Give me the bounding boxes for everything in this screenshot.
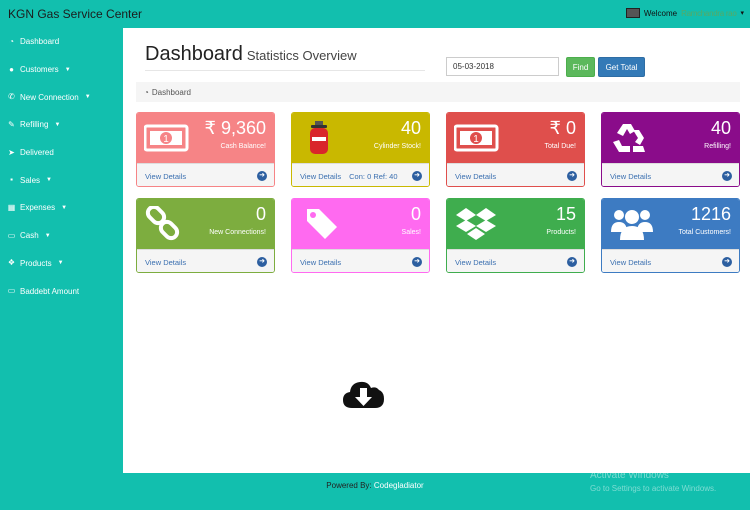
find-button[interactable]: Find xyxy=(566,57,595,77)
date-input[interactable] xyxy=(446,57,559,76)
card-label: Sales! xyxy=(401,229,421,236)
dashboard-icon: ◔ xyxy=(144,87,149,97)
stat-card-total-customers: 1216 Total Customers! View Details ➜ xyxy=(601,198,740,273)
card-value: ₹ 0 xyxy=(549,118,576,138)
chevron-down-icon: ▼ xyxy=(61,204,68,211)
sidebar-item-dashboard[interactable]: ◔ Dashboard xyxy=(0,28,123,56)
card-label: Cash Balance! xyxy=(220,143,266,150)
chain-link-icon xyxy=(145,206,180,241)
sidebar-item-new-connection[interactable]: ✆ New Connection ▼ xyxy=(0,83,123,111)
welcome-text: Welcome xyxy=(643,8,678,18)
table-icon: ▦ xyxy=(7,202,16,212)
main-content: DashboardStatistics Overview Find Get To… xyxy=(123,28,750,473)
page-title: Dashboard xyxy=(145,43,243,65)
footer-link[interactable]: Codegladiator xyxy=(374,481,424,490)
view-details-link[interactable]: View Details ➜ xyxy=(602,249,739,272)
sidebar-item-delivered[interactable]: ➤ Delivered xyxy=(0,139,123,167)
sidebar-item-products[interactable]: ❖ Products ▼ xyxy=(0,250,123,278)
card-label: Total Due! xyxy=(544,143,576,150)
stat-card-products: 15 Products! View Details ➜ xyxy=(446,198,585,273)
money-icon: 1 xyxy=(454,124,499,152)
card-value: 0 xyxy=(410,204,421,224)
sidebar-item-refilling[interactable]: ✎ Refilling ▼ xyxy=(0,111,123,139)
sidebar-item-cash[interactable]: ▭ Cash ▼ xyxy=(0,222,123,250)
user-menu[interactable]: Welcome Ramchandra rao ▾ xyxy=(625,8,744,18)
view-details-link[interactable]: View Details ➜ xyxy=(602,163,739,186)
users-icon: ● xyxy=(9,64,14,74)
chevron-down-icon: ▼ xyxy=(54,121,61,128)
page-subtitle: Statistics Overview xyxy=(246,48,357,63)
arrow-circle-right-icon: ➜ xyxy=(567,171,577,181)
card-value: 40 xyxy=(400,118,421,138)
cart-icon: ▪ xyxy=(10,175,13,185)
money-icon: ▭ xyxy=(7,230,16,240)
chevron-down-icon: ▼ xyxy=(64,66,71,73)
arrow-circle-right-icon: ➜ xyxy=(567,257,577,267)
stat-card-cash-balance: 1 ₹ 9,360 Cash Balance! View Details ➜ xyxy=(136,112,275,187)
stat-card-sales: 0 Sales! View Details ➜ xyxy=(291,198,430,273)
users-icon xyxy=(611,210,653,240)
gas-cylinder-icon xyxy=(310,121,328,154)
stat-card-refilling: 40 Refilling! View Details ➜ xyxy=(601,112,740,187)
card-value: 15 xyxy=(555,204,576,224)
card-value: 1216 xyxy=(690,204,731,224)
arrow-circle-right-icon: ➜ xyxy=(412,257,422,267)
money-icon: 1 xyxy=(144,124,189,152)
avatar xyxy=(625,8,640,18)
tag-icon xyxy=(307,209,337,239)
sidebar-item-expenses[interactable]: ▦ Expenses ▼ xyxy=(0,194,123,222)
svg-text:1: 1 xyxy=(163,134,169,145)
sidebar: ◔ Dashboard ● Customers ▼ ✆ New Connecti… xyxy=(0,28,123,305)
phone-icon: ✆ xyxy=(8,92,15,102)
card-label: Cylinder Stock! xyxy=(373,143,421,150)
app-title[interactable]: KGN Gas Service Center xyxy=(8,7,142,21)
card-icon: ▭ xyxy=(7,286,16,296)
dropbox-icon: ❖ xyxy=(7,258,16,268)
card-value: 40 xyxy=(710,118,731,138)
top-bar: KGN Gas Service Center Welcome Ramchandr… xyxy=(0,0,750,28)
header-divider xyxy=(145,70,425,71)
card-label: Total Customers! xyxy=(678,229,731,236)
sidebar-item-sales[interactable]: ▪ Sales ▼ xyxy=(0,166,123,194)
chevron-down-icon: ▼ xyxy=(57,260,64,267)
send-icon: ➤ xyxy=(8,147,15,157)
page-header: Dashboard Statistics Overview xyxy=(145,43,357,66)
chevron-down-icon: ▾ xyxy=(740,10,744,17)
activate-windows-watermark: Activate Windows Go to Settings to activ… xyxy=(590,470,717,493)
dashboard-icon: ◔ xyxy=(9,36,14,46)
stat-card-total-due: 1 ₹ 0 Total Due! View Details ➜ xyxy=(446,112,585,187)
card-label: Products! xyxy=(546,229,576,236)
chevron-down-icon: ▼ xyxy=(44,232,51,239)
view-details-link[interactable]: View Details ➜ xyxy=(292,249,429,272)
sidebar-item-baddebt[interactable]: ▭ Baddebt Amount xyxy=(0,277,123,305)
view-details-link[interactable]: View Details ➜ xyxy=(447,163,584,186)
get-total-button[interactable]: Get Total xyxy=(598,57,645,77)
breadcrumb: ◔ Dashboard xyxy=(136,82,740,102)
svg-text:1: 1 xyxy=(473,134,479,145)
sidebar-item-customers[interactable]: ● Customers ▼ xyxy=(0,56,123,84)
wrench-icon: ✎ xyxy=(8,119,15,129)
view-details-link[interactable]: View Details ➜ xyxy=(137,249,274,272)
view-details-link[interactable]: View Details Con: 0 Ref: 40 ➜ xyxy=(292,163,429,186)
stat-card-new-connections: 0 New Connections! View Details ➜ xyxy=(136,198,275,273)
arrow-circle-right-icon: ➜ xyxy=(722,257,732,267)
chevron-down-icon: ▼ xyxy=(84,94,91,101)
dropbox-icon xyxy=(456,208,496,240)
view-details-link[interactable]: View Details ➜ xyxy=(447,249,584,272)
stock-breakdown: Con: 0 Ref: 40 xyxy=(349,171,398,181)
cloud-download-icon[interactable] xyxy=(342,378,385,412)
view-details-link[interactable]: View Details ➜ xyxy=(137,163,274,186)
arrow-circle-right-icon: ➜ xyxy=(412,171,422,181)
recycle-icon xyxy=(613,124,645,152)
card-value: ₹ 9,360 xyxy=(204,118,267,138)
arrow-circle-right-icon: ➜ xyxy=(722,171,732,181)
card-label: New Connections! xyxy=(209,229,266,236)
chevron-down-icon: ▼ xyxy=(46,177,52,184)
user-name: Ramchandra rao xyxy=(681,8,737,18)
arrow-circle-right-icon: ➜ xyxy=(257,171,267,181)
arrow-circle-right-icon: ➜ xyxy=(257,257,267,267)
card-value: 0 xyxy=(255,204,266,224)
card-label: Refilling! xyxy=(704,143,731,150)
stat-card-cylinder-stock: 40 Cylinder Stock! View Details Con: 0 R… xyxy=(291,112,430,187)
